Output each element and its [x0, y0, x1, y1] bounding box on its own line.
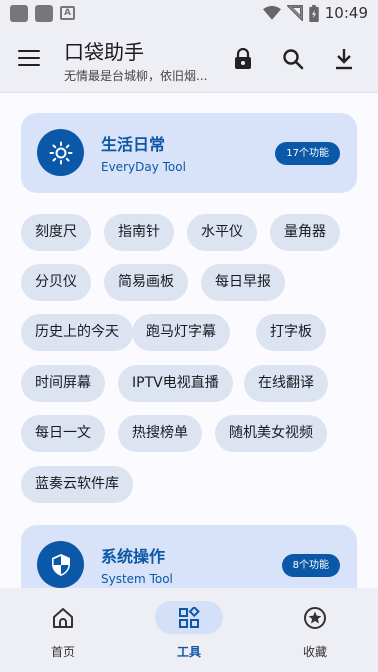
- download-button[interactable]: [330, 45, 358, 73]
- tool-chip[interactable]: 打字板: [256, 314, 326, 351]
- nav-pill: [281, 601, 349, 634]
- category-title: 系统操作: [101, 547, 166, 566]
- tool-chip[interactable]: 简易画板: [104, 264, 188, 301]
- notification-a-icon: A: [60, 6, 75, 20]
- menu-button[interactable]: [18, 50, 40, 68]
- shield-icon: [51, 553, 70, 576]
- function-count-badge: 17个功能: [275, 142, 340, 165]
- app-title: 口袋助手: [64, 40, 144, 64]
- home-icon: [53, 607, 73, 628]
- nav-label: 收藏: [302, 645, 327, 659]
- tool-chip[interactable]: 每日一文: [21, 415, 105, 452]
- tool-chip[interactable]: IPTV电视直播: [118, 365, 233, 402]
- wifi-icon: [262, 5, 281, 20]
- tool-chip[interactable]: 分贝仪: [21, 264, 91, 301]
- tools-content[interactable]: 生活日常 EveryDay Tool 17个功能 刻度尺 指南针 水平仪 量角器…: [0, 94, 378, 588]
- tool-chip[interactable]: 每日早报: [201, 264, 285, 301]
- tool-chip[interactable]: 刻度尺: [21, 214, 91, 251]
- lock-icon: [235, 48, 251, 69]
- status-bar: A 10:49: [0, 0, 378, 28]
- nav-pill: [155, 601, 223, 634]
- tool-chip[interactable]: 时间屏幕: [21, 365, 105, 402]
- category-subtitle: EveryDay Tool: [101, 160, 186, 174]
- category-card-everyday[interactable]: 生活日常 EveryDay Tool 17个功能: [21, 113, 357, 193]
- category-subtitle: System Tool: [101, 572, 173, 586]
- clock: 10:49: [324, 4, 368, 22]
- category-title: 生活日常: [101, 135, 166, 154]
- tool-chip[interactable]: 跑马灯字幕: [132, 314, 230, 351]
- notification-square-icon: [10, 5, 28, 22]
- tools-icon: [179, 606, 200, 628]
- tool-chip[interactable]: 蓝奏云软件库: [21, 466, 133, 503]
- category-card-system[interactable]: 系统操作 System Tool 8个功能: [21, 525, 357, 588]
- download-icon: [336, 49, 352, 70]
- star-icon: [304, 606, 326, 629]
- nav-label: 工具: [176, 645, 201, 659]
- tool-chip[interactable]: 指南针: [104, 214, 174, 251]
- tool-chip[interactable]: 水平仪: [187, 214, 257, 251]
- nav-item-tools[interactable]: 工具: [126, 588, 252, 672]
- search-icon: [283, 49, 304, 70]
- notification-square-icon: [35, 5, 53, 22]
- search-button[interactable]: [279, 45, 307, 73]
- tool-chip[interactable]: 随机美女视频: [215, 415, 327, 452]
- tool-chip[interactable]: 量角器: [270, 214, 340, 251]
- tool-chip[interactable]: 历史上的今天: [21, 314, 133, 351]
- function-count-badge: 8个功能: [281, 554, 340, 577]
- app-subtitle: 无情最是台城柳，依旧烟...: [64, 69, 208, 83]
- category-icon-badge: [37, 541, 84, 588]
- nav-item-home[interactable]: 首页: [0, 588, 126, 672]
- nav-pill: [29, 601, 97, 634]
- tool-chip[interactable]: 热搜榜单: [118, 415, 202, 452]
- lock-button[interactable]: [229, 45, 257, 73]
- tool-chip[interactable]: 在线翻译: [244, 365, 328, 402]
- battery-icon: [309, 4, 319, 22]
- sun-icon: [49, 141, 72, 164]
- nav-item-favorites[interactable]: 收藏: [252, 588, 378, 672]
- signal-icon: [286, 5, 303, 21]
- bottom-navigation: 首页 工具 收藏: [0, 588, 378, 672]
- app-bar: 口袋助手 无情最是台城柳，依旧烟...: [0, 28, 378, 93]
- category-icon-badge: [37, 129, 84, 176]
- nav-label: 首页: [50, 645, 75, 659]
